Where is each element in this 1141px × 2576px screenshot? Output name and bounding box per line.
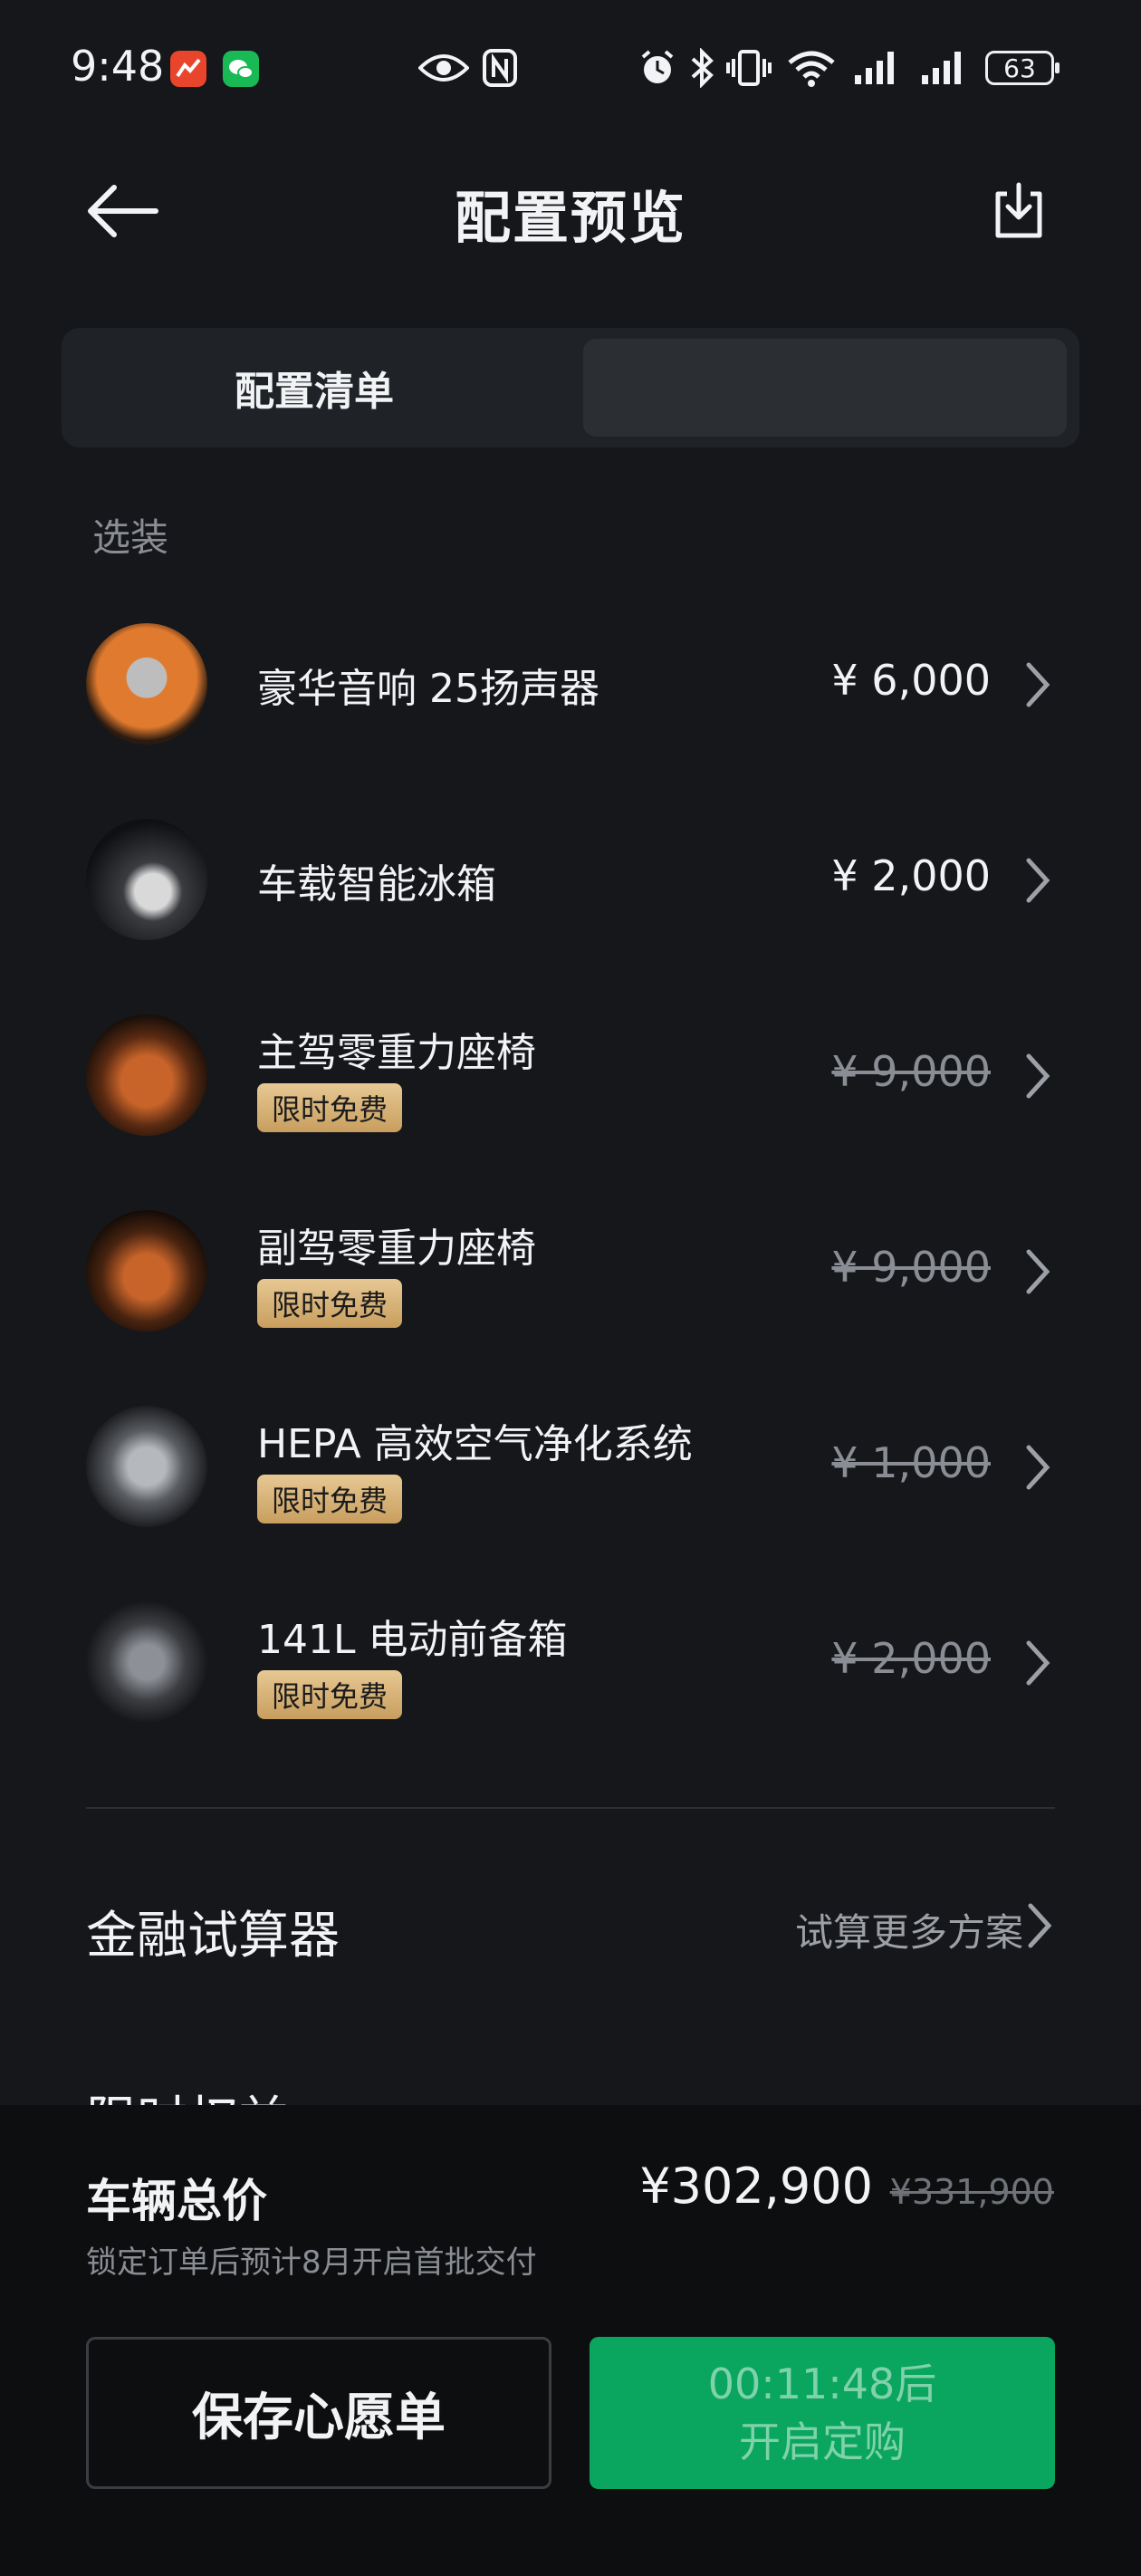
order-countdown: 00:11:48后: [707, 2360, 937, 2408]
divider: [86, 1807, 1055, 1809]
item-name: 141L 电动前备箱: [257, 1617, 568, 1663]
item-name: 车载智能冰箱: [257, 861, 496, 908]
order-label: 开启定购: [739, 2417, 906, 2466]
option-item-frunk[interactable]: 141L 电动前备箱 限时免费 ¥ 2,000: [0, 1565, 1141, 1761]
item-name: 豪华音响 25扬声器: [257, 666, 599, 712]
original-price: ¥331,900: [889, 2172, 1054, 2212]
hepa-thumbnail: [86, 1406, 207, 1527]
option-item-hepa[interactable]: HEPA 高效空气净化系统 限时免费 ¥ 1,000: [0, 1370, 1141, 1565]
chevron-right-icon: [1026, 1640, 1050, 1686]
item-price: ¥ 2,000: [831, 851, 991, 900]
total-price: ¥302,900: [639, 2158, 873, 2215]
item-price-original: ¥ 1,000: [831, 1438, 991, 1487]
item-name: 副驾零重力座椅: [257, 1226, 536, 1272]
item-name: HEPA 高效空气净化系统: [257, 1421, 693, 1467]
item-price: ¥ 6,000: [831, 656, 991, 705]
tab-config-list[interactable]: 配置清单: [72, 339, 556, 437]
wifi-icon: [786, 45, 837, 91]
item-price-original: ¥ 2,000: [831, 1634, 991, 1683]
chevron-right-icon: [1026, 858, 1050, 903]
total-price-label: 车辆总价: [86, 2175, 267, 2227]
finance-calculator-title: 金融试算器: [86, 1907, 340, 1966]
item-price-original: ¥ 9,000: [831, 1047, 991, 1096]
battery-icon: 63: [985, 51, 1060, 85]
download-icon: [995, 182, 1042, 238]
chevron-right-icon: [1026, 1053, 1050, 1099]
order-button[interactable]: 00:11:48后 开启定购: [590, 2337, 1055, 2489]
driver-seat-thumbnail: [86, 1014, 207, 1136]
free-badge: 限时免费: [257, 1670, 403, 1719]
download-button[interactable]: [991, 181, 1047, 241]
status-bar: 9:48 63: [0, 0, 1141, 145]
item-name: 主驾零重力座椅: [257, 1030, 536, 1076]
tab-bar: 配置清单: [62, 328, 1079, 447]
chevron-right-icon: [1026, 1445, 1050, 1490]
tab-secondary[interactable]: [583, 339, 1067, 437]
bluetooth-icon: [688, 45, 715, 91]
speaker-thumbnail: [86, 623, 207, 745]
option-item-fridge[interactable]: 车载智能冰箱 ¥ 2,000: [0, 783, 1141, 978]
page-title: 配置预览: [454, 185, 686, 251]
option-item-passenger-seat[interactable]: 副驾零重力座椅 限时免费 ¥ 9,000: [0, 1174, 1141, 1370]
chevron-right-icon[interactable]: [1023, 1900, 1056, 1951]
nfc-icon: [482, 45, 518, 91]
fridge-thumbnail: [86, 819, 207, 940]
eye-icon: [418, 45, 469, 91]
status-time: 9:48: [71, 42, 165, 91]
frunk-thumbnail: [86, 1601, 207, 1723]
signal-icon-2: [920, 45, 971, 91]
chevron-right-icon: [1026, 1249, 1050, 1294]
wechat-icon: [223, 51, 259, 87]
finance-more-link[interactable]: 试算更多方案: [795, 1902, 1023, 1957]
section-label-options: 选装: [92, 515, 169, 560]
free-badge: 限时免费: [257, 1083, 403, 1132]
battery-level: 63: [1003, 53, 1036, 83]
chevron-right-icon: [1026, 662, 1050, 707]
passenger-seat-thumbnail: [86, 1210, 207, 1331]
app-notification-icon: [170, 51, 206, 87]
option-item-speaker[interactable]: 豪华音响 25扬声器 ¥ 6,000: [0, 587, 1141, 783]
item-price-original: ¥ 9,000: [831, 1243, 991, 1292]
option-item-driver-seat[interactable]: 主驾零重力座椅 限时免费 ¥ 9,000: [0, 978, 1141, 1174]
free-badge: 限时免费: [257, 1279, 403, 1328]
save-wishlist-button[interactable]: 保存心愿单: [86, 2337, 551, 2489]
alarm-icon: [638, 45, 677, 91]
signal-icon: [853, 45, 904, 91]
free-badge: 限时免费: [257, 1475, 403, 1523]
delivery-note: 锁定订单后预计8月开启首批交付: [86, 2244, 537, 2281]
vibrate-icon: [726, 45, 772, 91]
